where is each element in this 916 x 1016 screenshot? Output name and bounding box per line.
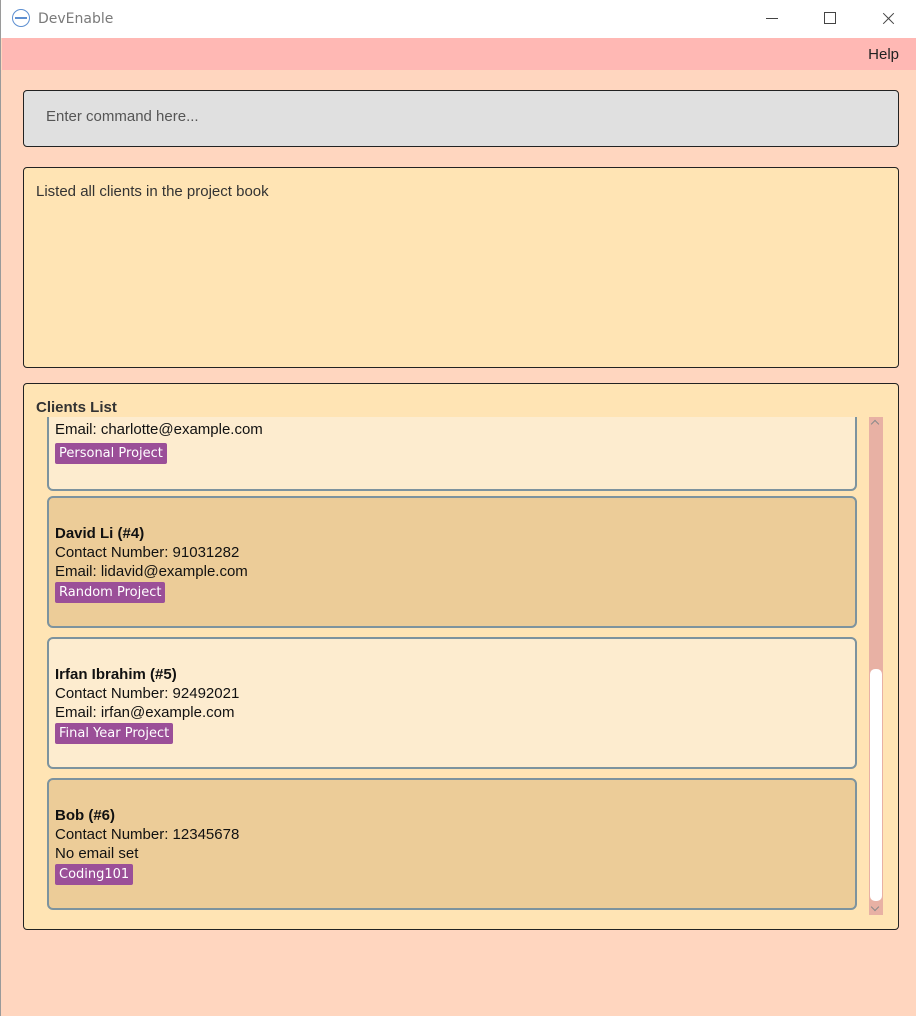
clients-list-panel: Clients List Email: charlotte@example.co… — [23, 383, 899, 930]
title-bar[interactable]: DevEnable — [1, 0, 916, 38]
command-box[interactable] — [23, 90, 899, 147]
client-email: No email set — [55, 845, 139, 862]
client-tag: Coding101 — [55, 864, 134, 885]
client-card[interactable]: David Li (#4) Contact Number: 91031282 E… — [47, 496, 857, 628]
client-contact: Contact Number: 92492021 — [55, 685, 240, 702]
window-title: DevEnable — [38, 11, 114, 27]
client-card[interactable]: Irfan Ibrahim (#5) Contact Number: 92492… — [47, 637, 857, 769]
close-button[interactable] — [865, 0, 911, 38]
client-name: David Li (#4) — [55, 525, 145, 542]
client-tag: Random Project — [55, 582, 166, 603]
clients-list-title: Clients List — [36, 399, 117, 416]
client-tag: Personal Project — [55, 443, 167, 464]
menu-bar: Help — [2, 38, 916, 70]
client-card[interactable]: Email: charlotte@example.com Personal Pr… — [47, 417, 857, 491]
client-contact: Contact Number: 12345678 — [55, 826, 240, 843]
minimize-button[interactable] — [749, 0, 795, 38]
client-email: Email: lidavid@example.com — [55, 563, 248, 580]
scroll-down-arrow-icon[interactable] — [869, 903, 883, 915]
client-tag: Final Year Project — [55, 723, 174, 744]
scroll-thumb[interactable] — [870, 669, 882, 901]
client-email: Email: charlotte@example.com — [55, 421, 263, 438]
client-contact: Contact Number: 91031282 — [55, 544, 240, 561]
maximize-button[interactable] — [807, 0, 853, 38]
client-card[interactable]: Bob (#6) Contact Number: 12345678 No ema… — [47, 778, 857, 910]
help-menu[interactable]: Help — [868, 46, 899, 63]
app-logo-icon — [12, 9, 30, 27]
clients-list-view[interactable]: Email: charlotte@example.com Personal Pr… — [37, 417, 883, 915]
client-email: Email: irfan@example.com — [55, 704, 235, 721]
app-window: DevEnable Help Listed all clients in the… — [0, 0, 916, 1016]
command-input[interactable] — [46, 108, 866, 125]
clients-list-scrollbar[interactable] — [869, 417, 883, 915]
result-display: Listed all clients in the project book — [23, 167, 899, 368]
client-name: Bob (#6) — [55, 807, 115, 824]
client-name: Irfan Ibrahim (#5) — [55, 666, 177, 683]
result-message: Listed all clients in the project book — [36, 183, 269, 200]
scroll-up-arrow-icon[interactable] — [869, 417, 883, 429]
